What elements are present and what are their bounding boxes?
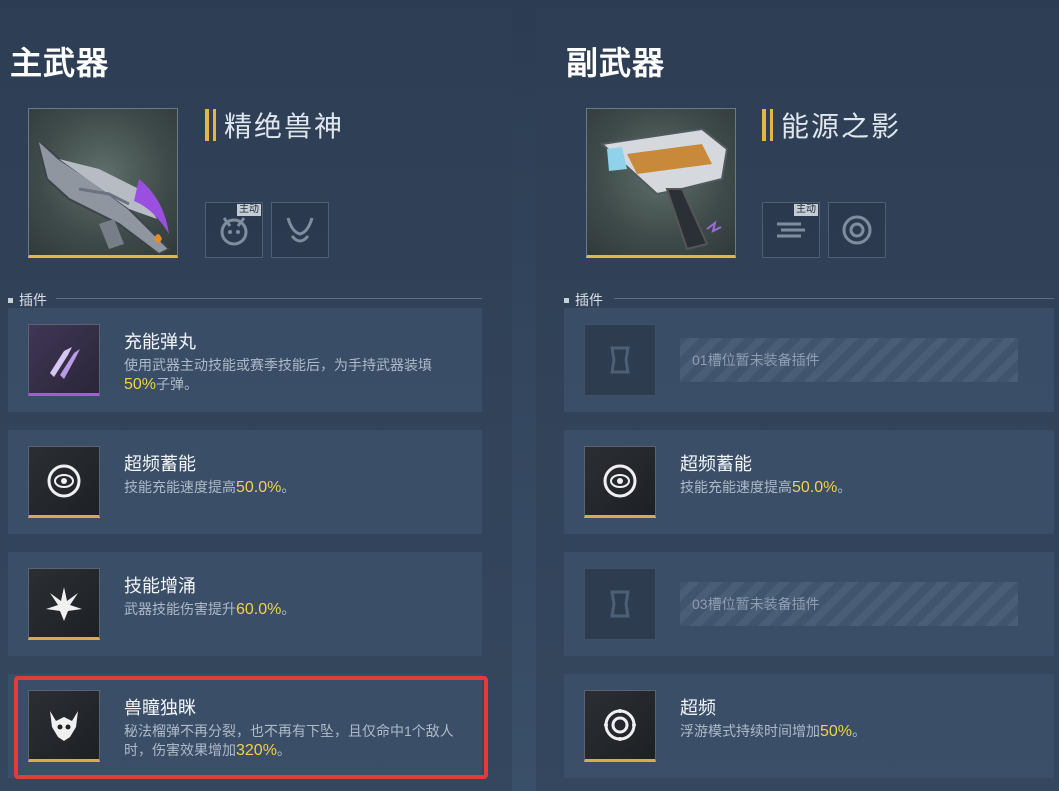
main-weapon-name-wrap: 精绝兽神 bbox=[205, 108, 344, 142]
gear-ring-icon bbox=[584, 690, 656, 762]
sub-weapon-title: 副武器 bbox=[566, 45, 666, 81]
empty-slot-text: 01槽位暂未装备插件 bbox=[680, 338, 1018, 382]
energy-dash-skill-icon[interactable]: 主动 bbox=[762, 202, 820, 258]
plugin-name: 超频 bbox=[680, 698, 716, 718]
plugin-desc: 技能充能速度提高50.0%。 bbox=[124, 479, 296, 496]
plugin-desc: 技能充能速度提高50.0%。 bbox=[680, 479, 852, 496]
plugin-section-label: 插件 bbox=[8, 290, 47, 310]
empty-slot-icon bbox=[584, 324, 656, 396]
plugin-section-label: 插件 bbox=[564, 290, 603, 310]
beast-eye-icon bbox=[28, 690, 100, 762]
plugin-desc: 使用武器主动技能或赛季技能后，为手持武器装填50%子弹。 bbox=[124, 357, 432, 393]
divider bbox=[614, 298, 1054, 299]
eye-ring-icon bbox=[28, 446, 100, 518]
plugin-desc: 秘法榴弹不再分裂，也不再有下坠，且仅命中1个敌人时，伤害效果增加320%。 bbox=[124, 723, 454, 759]
active-tag: 主动 bbox=[794, 204, 818, 216]
rifle-icon bbox=[35, 136, 171, 255]
plugin-card[interactable]: 技能增涌 武器技能伤害提升60.0%。 bbox=[8, 552, 482, 656]
empty-plugin-slot[interactable]: 03槽位暂未装备插件 bbox=[564, 552, 1054, 656]
sub-weapon-panel: 副武器 能源之影 主动 插件 01槽位暂未装备插件 超频蓄能 技能充能速度提高5… bbox=[536, 8, 1059, 791]
bullet-icon bbox=[564, 297, 569, 303]
accent-bar bbox=[205, 109, 209, 141]
divider bbox=[56, 298, 482, 299]
target-ring-skill-icon[interactable] bbox=[828, 202, 886, 258]
sub-weapon-name-wrap: 能源之影 bbox=[762, 108, 901, 142]
plugin-card[interactable]: 兽瞳独眯 秘法榴弹不再分裂，也不再有下坠，且仅命中1个敌人时，伤害效果增加320… bbox=[8, 674, 482, 778]
plugin-desc: 浮游模式持续时间增加50%。 bbox=[680, 723, 867, 740]
sub-weapon-image[interactable] bbox=[586, 108, 736, 258]
main-weapon-title: 主武器 bbox=[10, 45, 110, 81]
main-weapon-image[interactable] bbox=[28, 108, 178, 258]
empty-plugin-slot[interactable]: 01槽位暂未装备插件 bbox=[564, 308, 1054, 412]
accent-bar bbox=[770, 109, 773, 141]
burst-icon bbox=[28, 568, 100, 640]
sub-weapon-name: 能源之影 bbox=[781, 111, 902, 142]
plugin-name: 充能弹丸 bbox=[124, 332, 196, 352]
plugin-desc: 武器技能伤害提升60.0%。 bbox=[124, 601, 296, 618]
plugin-card[interactable]: 充能弹丸 使用武器主动技能或赛季技能后，为手持武器装填50%子弹。 bbox=[8, 308, 482, 412]
eye-ring-icon bbox=[584, 446, 656, 518]
main-weapon-name: 精绝兽神 bbox=[224, 111, 345, 142]
plugin-name: 超频蓄能 bbox=[680, 454, 752, 474]
bullet-icon bbox=[8, 297, 13, 303]
bullets-icon bbox=[28, 324, 100, 396]
accent-bar bbox=[213, 109, 216, 141]
main-weapon-panel: 主武器 精绝兽神 主动 插件 充能弹丸 使用武器主动技能或赛季技能后，为手持武器… bbox=[0, 8, 512, 791]
accent-bar bbox=[762, 109, 766, 141]
plugin-card[interactable]: 超频蓄能 技能充能速度提高50.0%。 bbox=[564, 430, 1054, 534]
beast-skull-skill-icon[interactable]: 主动 bbox=[205, 202, 263, 258]
pistol-icon bbox=[599, 127, 729, 251]
plugin-name: 兽瞳独眯 bbox=[124, 698, 196, 718]
empty-slot-text: 03槽位暂未装备插件 bbox=[680, 582, 1018, 626]
plugin-card[interactable]: 超频蓄能 技能充能速度提高50.0%。 bbox=[8, 430, 482, 534]
plugin-name: 技能增涌 bbox=[124, 576, 196, 596]
beast-horn-skill-icon[interactable] bbox=[271, 202, 329, 258]
empty-slot-icon bbox=[584, 568, 656, 640]
plugin-name: 超频蓄能 bbox=[124, 454, 196, 474]
plugin-card[interactable]: 超频 浮游模式持续时间增加50%。 bbox=[564, 674, 1054, 778]
active-tag: 主动 bbox=[237, 204, 261, 216]
